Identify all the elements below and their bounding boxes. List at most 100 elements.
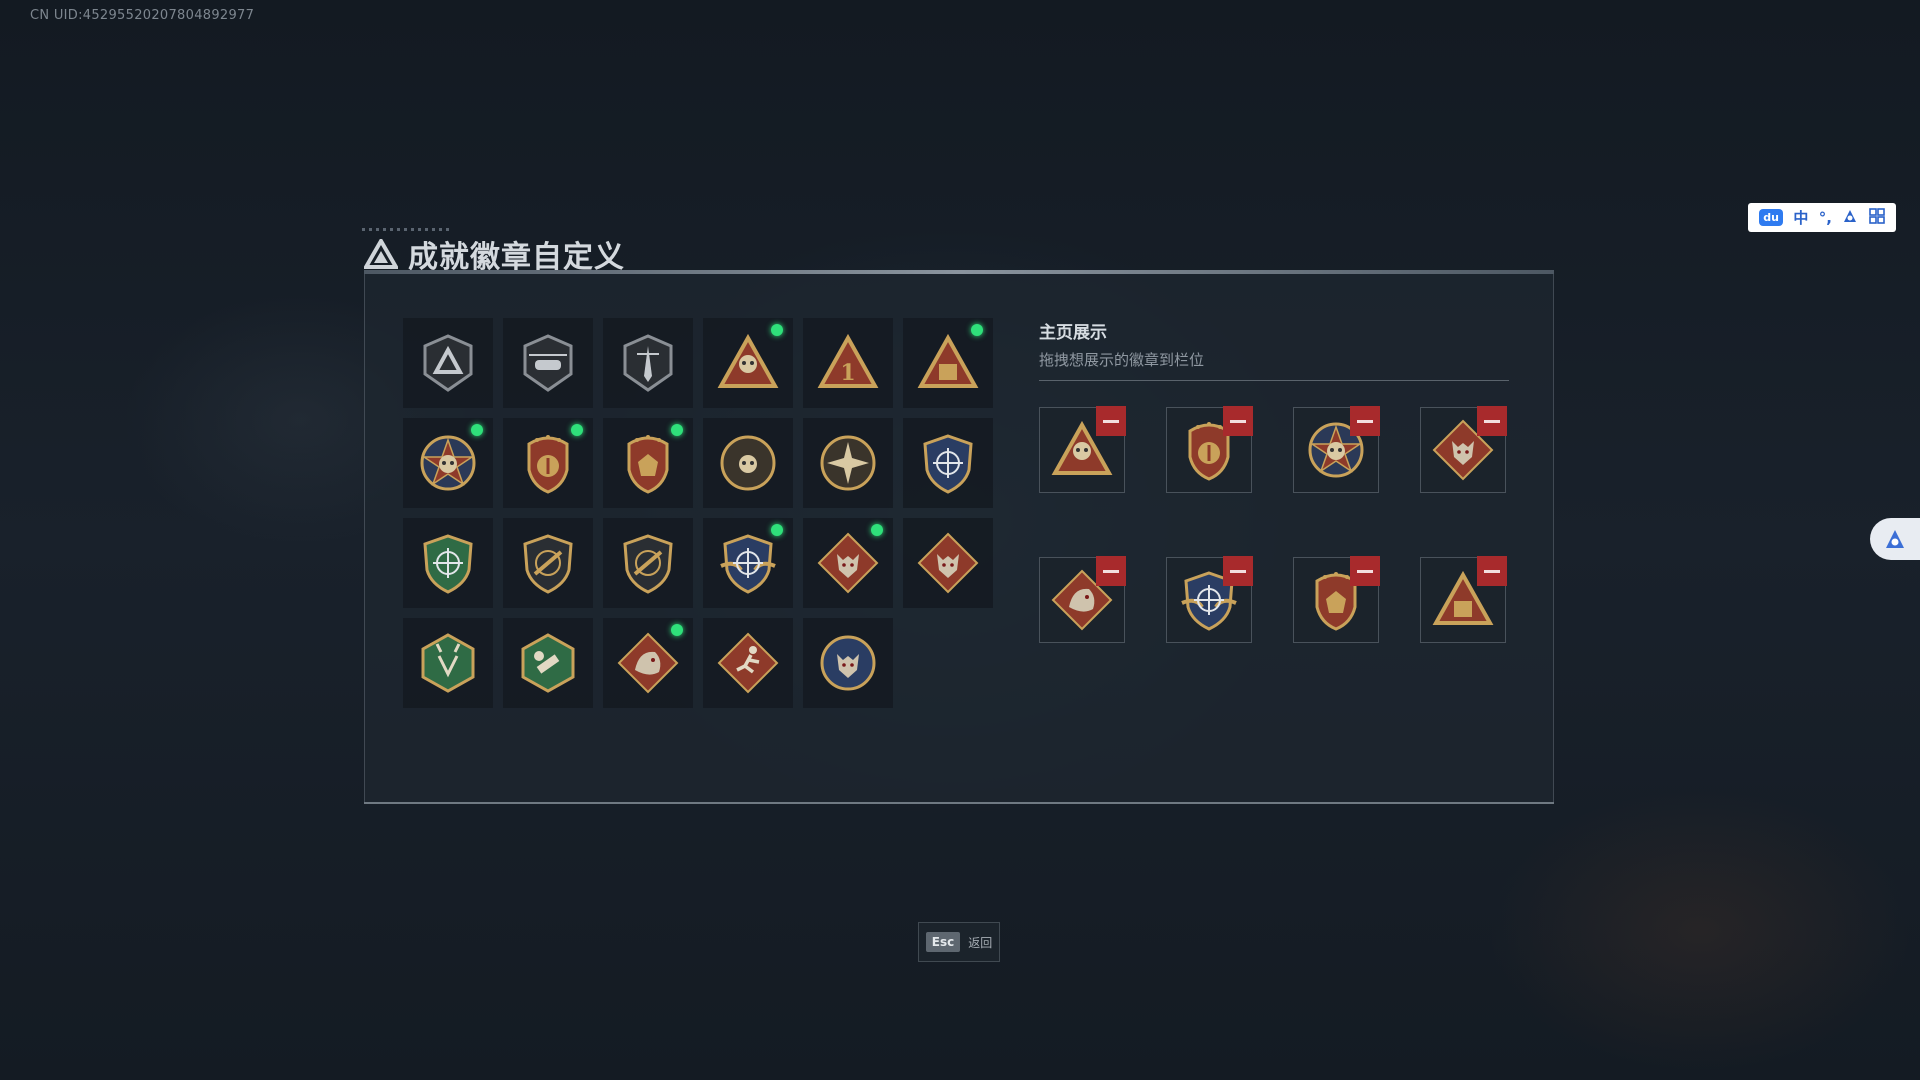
showcase-divider — [1039, 380, 1509, 381]
minus-icon — [1484, 569, 1500, 573]
badge-cell-wolf-round-badge[interactable] — [803, 618, 893, 708]
new-indicator-dot — [971, 324, 983, 336]
badge-cell-rifle-shield-badge-2[interactable] — [603, 518, 693, 608]
remove-badge-button[interactable] — [1096, 556, 1126, 586]
badge-cell-crest-medal-badge[interactable] — [503, 418, 593, 508]
dagger-shield-badge-icon — [623, 334, 673, 392]
remove-badge-button[interactable] — [1350, 406, 1380, 436]
back-button[interactable]: Esc 返回 — [918, 922, 1000, 962]
new-indicator-dot — [571, 424, 583, 436]
number-one-triangle-badge-icon: 1 — [817, 333, 879, 388]
remove-badge-button[interactable] — [1350, 556, 1380, 586]
badge-cell-helicopter-shield-badge[interactable] — [503, 318, 593, 408]
minus-icon — [1230, 419, 1246, 423]
new-indicator-dot — [671, 624, 683, 636]
triangle-shield-badge-icon — [423, 334, 473, 392]
new-indicator-dot — [771, 324, 783, 336]
new-indicator-dot — [871, 524, 883, 536]
minus-icon — [1357, 569, 1373, 573]
ime-grid-icon[interactable] — [1868, 207, 1885, 228]
crate-triangle-badge-icon — [917, 333, 979, 388]
skull-triangle-badge-icon — [717, 333, 779, 388]
panel-bottom-line — [364, 802, 1554, 804]
minus-icon — [1103, 569, 1119, 573]
minus-icon — [1357, 419, 1373, 423]
goat-hexagon-badge-icon — [421, 633, 475, 693]
showcase-slots — [1039, 406, 1507, 643]
assistant-icon — [1886, 530, 1904, 548]
dragon-diamond-badge-icon — [617, 632, 679, 694]
badge-cell-skull-round-badge[interactable] — [703, 418, 793, 508]
ime-logo-icon[interactable]: du — [1759, 209, 1783, 226]
remove-badge-button[interactable] — [1477, 556, 1507, 586]
badge-cell-triangle-shield-badge[interactable] — [403, 318, 493, 408]
delta-logo-icon — [364, 239, 398, 269]
badge-cell-number-one-triangle-badge[interactable]: 1 — [803, 318, 893, 408]
wrench-hexagon-badge-icon — [521, 633, 575, 693]
showcase-title: 主页展示 — [1039, 323, 1107, 343]
spiked-round-badge-icon — [820, 435, 876, 491]
badge-panel: 1 主页展示 拖拽想展示的徽章到栏位 — [364, 270, 1554, 804]
badge-cell-winged-crosshair-badge[interactable] — [703, 518, 793, 608]
badge-cell-skull-triangle-badge[interactable] — [703, 318, 793, 408]
new-indicator-dot — [471, 424, 483, 436]
showcase-header: 主页展示 拖拽想展示的徽章到栏位 — [1039, 318, 1509, 381]
blue-crosshair-shield-badge-icon — [923, 434, 973, 494]
ime-punctuation-toggle[interactable]: °, — [1819, 209, 1832, 227]
new-indicator-dot — [771, 524, 783, 536]
helicopter-shield-badge-icon — [523, 334, 573, 392]
back-label: 返回 — [968, 935, 993, 950]
esc-key: Esc — [925, 932, 961, 952]
panel-top-bar — [364, 270, 1554, 274]
skull-round-badge-icon — [720, 435, 776, 491]
svg-text:1: 1 — [840, 360, 855, 386]
showcase-slot-5[interactable] — [1039, 556, 1126, 643]
wolf-diamond-badge-icon — [817, 532, 879, 594]
minus-icon — [1230, 569, 1246, 573]
showcase-slot-3[interactable] — [1293, 406, 1380, 493]
badge-cell-runner-diamond-badge[interactable] — [703, 618, 793, 708]
minus-icon — [1484, 419, 1500, 423]
wolf-diamond-badge-2-icon — [917, 532, 979, 594]
ime-chinese-toggle[interactable]: 中 — [1793, 207, 1808, 228]
showcase-slot-6[interactable] — [1166, 556, 1253, 643]
runner-diamond-badge-icon — [717, 632, 779, 694]
player-uid: CN UID:452955202078048929​77 — [30, 8, 255, 23]
badge-cell-dagger-shield-badge[interactable] — [603, 318, 693, 408]
showcase-slot-4[interactable] — [1420, 406, 1507, 493]
remove-badge-button[interactable] — [1223, 556, 1253, 586]
ime-toolbar: du 中 °, — [1748, 203, 1896, 232]
minus-icon — [1103, 419, 1119, 423]
badge-cell-star-medal-badge[interactable] — [403, 418, 493, 508]
badge-cell-dragon-diamond-badge[interactable] — [603, 618, 693, 708]
remove-badge-button[interactable] — [1223, 406, 1253, 436]
badge-cell-wolf-diamond-badge[interactable] — [803, 518, 893, 608]
badge-cell-wrench-hexagon-badge[interactable] — [503, 618, 593, 708]
badge-cell-spiked-round-badge[interactable] — [803, 418, 893, 508]
badge-cell-red-crest-medal-badge[interactable] — [603, 418, 693, 508]
badge-cell-blue-crosshair-shield-badge[interactable] — [903, 418, 993, 508]
showcase-slot-2[interactable] — [1166, 406, 1253, 493]
badge-cell-wolf-diamond-badge-2[interactable] — [903, 518, 993, 608]
remove-badge-button[interactable] — [1096, 406, 1126, 436]
badge-grid: 1 — [403, 318, 993, 708]
wolf-round-badge-icon — [820, 635, 876, 691]
showcase-slot-7[interactable] — [1293, 556, 1380, 643]
badge-cell-crate-triangle-badge[interactable] — [903, 318, 993, 408]
green-crosshair-shield-badge-icon — [423, 534, 473, 594]
badge-cell-goat-hexagon-badge[interactable] — [403, 618, 493, 708]
title-decoration — [362, 228, 452, 231]
remove-badge-button[interactable] — [1477, 406, 1507, 436]
new-indicator-dot — [671, 424, 683, 436]
showcase-subtitle: 拖拽想展示的徽章到栏位 — [1039, 351, 1205, 369]
floating-assistant-button[interactable] — [1870, 518, 1920, 560]
red-crest-medal-badge-icon — [627, 435, 669, 494]
star-medal-badge-icon — [420, 435, 476, 491]
rifle-shield-badge-2-icon — [623, 534, 673, 594]
badge-cell-rifle-shield-badge[interactable] — [503, 518, 593, 608]
crest-medal-badge-icon — [527, 435, 569, 494]
badge-cell-green-crosshair-shield-badge[interactable] — [403, 518, 493, 608]
showcase-slot-1[interactable] — [1039, 406, 1126, 493]
showcase-slot-8[interactable] — [1420, 556, 1507, 643]
ime-assistant-icon[interactable] — [1842, 208, 1858, 228]
